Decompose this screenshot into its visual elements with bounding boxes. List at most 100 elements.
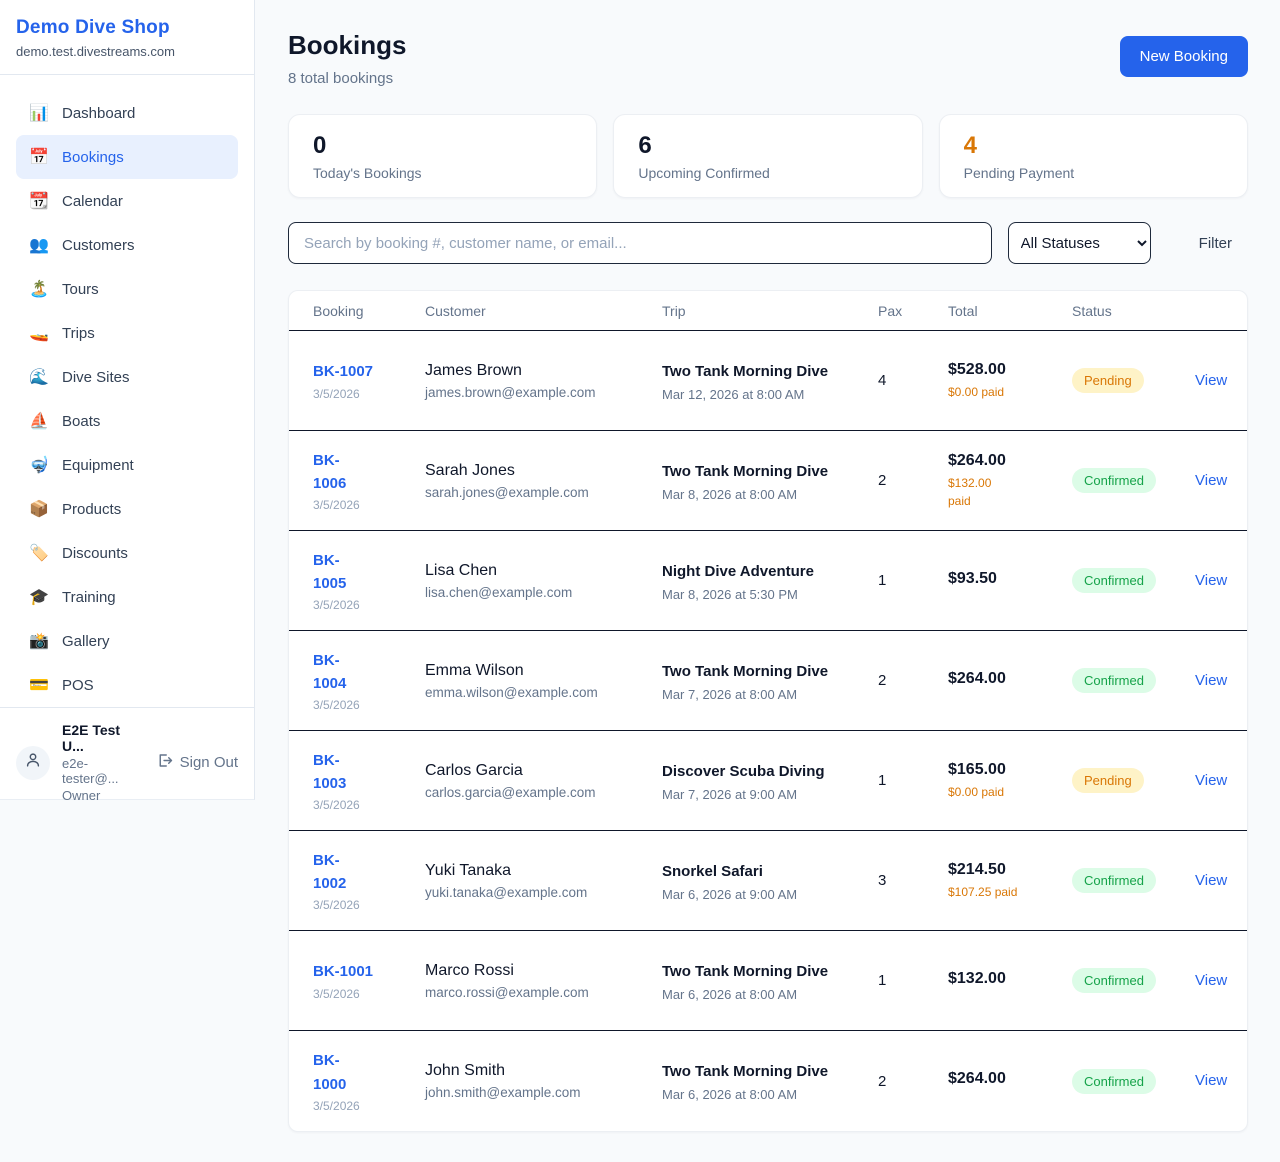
- trip-name: Two Tank Morning Dive: [662, 460, 832, 484]
- stat-value: 6: [638, 132, 897, 160]
- column-header-customer: Customer: [425, 303, 662, 319]
- view-link[interactable]: View: [1195, 1072, 1227, 1089]
- sign-out-button[interactable]: Sign Out: [156, 752, 238, 773]
- view-link[interactable]: View: [1195, 672, 1227, 689]
- trip-cell: Two Tank Morning Dive Mar 6, 2026 at 8:0…: [662, 1060, 878, 1102]
- trip-datetime: Mar 6, 2026 at 9:00 AM: [662, 887, 878, 902]
- pax-count: 1: [878, 972, 948, 989]
- status-filter-select[interactable]: All Statuses: [1008, 222, 1151, 264]
- nav-label: Boats: [62, 413, 100, 430]
- bookings-count: 8 total bookings: [288, 70, 406, 87]
- trip-name: Two Tank Morning Dive: [662, 360, 832, 384]
- booking-id-link[interactable]: BK- 1005: [313, 549, 346, 596]
- pax-count: 2: [878, 1073, 948, 1090]
- nav-label: Gallery: [62, 633, 110, 650]
- sidebar-item-dive-sites[interactable]: 🌊 Dive Sites: [16, 355, 238, 399]
- booking-id-link[interactable]: BK-1007: [313, 360, 373, 383]
- view-link[interactable]: View: [1195, 572, 1227, 589]
- customer-email: john.smith@example.com: [425, 1085, 662, 1100]
- page-title: Bookings: [288, 30, 406, 61]
- total-cell: $93.50: [948, 570, 1072, 592]
- avatar: [16, 746, 50, 780]
- booking-id-link[interactable]: BK-1001: [313, 960, 373, 983]
- trip-name: Two Tank Morning Dive: [662, 960, 832, 984]
- filter-button[interactable]: Filter: [1167, 235, 1248, 252]
- sidebar-item-discounts[interactable]: 🏷️ Discounts: [16, 531, 238, 575]
- sidebar-item-products[interactable]: 📦 Products: [16, 487, 238, 531]
- sidebar-item-tours[interactable]: 🏝️ Tours: [16, 267, 238, 311]
- sidebar-item-calendar[interactable]: 📆 Calendar: [16, 179, 238, 223]
- table-row: BK- 1003 3/5/2026 Carlos Garcia carlos.g…: [289, 731, 1247, 831]
- trip-cell: Night Dive Adventure Mar 8, 2026 at 5:30…: [662, 560, 878, 602]
- status-badge: Confirmed: [1072, 868, 1156, 893]
- people-icon: 👥: [29, 235, 49, 255]
- view-link[interactable]: View: [1195, 372, 1227, 389]
- total-amount: $93.50: [948, 570, 1072, 588]
- trip-datetime: Mar 8, 2026 at 5:30 PM: [662, 587, 878, 602]
- credit-card-icon: 💳: [29, 675, 49, 695]
- booking-id-link[interactable]: BK- 1000: [313, 1049, 346, 1096]
- total-cell: $528.00 $0.00 paid: [948, 361, 1072, 401]
- trip-cell: Two Tank Morning Dive Mar 8, 2026 at 8:0…: [662, 460, 878, 502]
- sidebar-item-dashboard[interactable]: 📊 Dashboard: [16, 91, 238, 135]
- search-input[interactable]: [288, 222, 992, 264]
- view-link[interactable]: View: [1195, 872, 1227, 889]
- pax-count: 4: [878, 372, 948, 389]
- stat-card-today: 0 Today's Bookings: [288, 114, 597, 198]
- customer-cell: John Smith john.smith@example.com: [425, 1062, 662, 1100]
- status-cell: Confirmed: [1072, 968, 1195, 993]
- sign-out-icon: [156, 752, 173, 773]
- pax-count: 1: [878, 772, 948, 789]
- user-role: Owner: [62, 788, 144, 803]
- actions-cell: View: [1195, 672, 1227, 690]
- actions-cell: View: [1195, 772, 1227, 790]
- customer-cell: Yuki Tanaka yuki.tanaka@example.com: [425, 862, 662, 900]
- table-row: BK- 1006 3/5/2026 Sarah Jones sarah.jone…: [289, 431, 1247, 531]
- status-cell: Pending: [1072, 368, 1195, 393]
- sidebar-item-training[interactable]: 🎓 Training: [16, 575, 238, 619]
- sidebar-item-gallery[interactable]: 📸 Gallery: [16, 619, 238, 663]
- trip-name: Discover Scuba Diving: [662, 760, 832, 784]
- total-amount: $528.00: [948, 361, 1072, 379]
- booking-date: 3/5/2026: [313, 1099, 425, 1113]
- total-cell: $264.00: [948, 1070, 1072, 1092]
- filter-bar: All Statuses Filter: [288, 222, 1248, 264]
- column-header-trip: Trip: [662, 303, 878, 319]
- user-email: e2e-tester@...: [62, 756, 144, 786]
- trip-cell: Two Tank Morning Dive Mar 12, 2026 at 8:…: [662, 360, 878, 402]
- booking-date: 3/5/2026: [313, 987, 425, 1001]
- customer-name: Yuki Tanaka: [425, 862, 662, 880]
- customer-name: John Smith: [425, 1062, 662, 1080]
- table-row: BK-1001 3/5/2026 Marco Rossi marco.rossi…: [289, 931, 1247, 1031]
- sidebar-item-equipment[interactable]: 🤿 Equipment: [16, 443, 238, 487]
- booking-id-link[interactable]: BK- 1002: [313, 849, 346, 896]
- booking-date: 3/5/2026: [313, 598, 425, 612]
- view-link[interactable]: View: [1195, 772, 1227, 789]
- stat-label: Today's Bookings: [313, 165, 572, 181]
- view-link[interactable]: View: [1195, 472, 1227, 489]
- camera-icon: 📸: [29, 631, 49, 651]
- booking-id-link[interactable]: BK- 1004: [313, 649, 346, 696]
- booking-cell: BK-1007 3/5/2026: [313, 360, 425, 400]
- sidebar-item-customers[interactable]: 👥 Customers: [16, 223, 238, 267]
- sidebar-item-pos[interactable]: 💳 POS: [16, 663, 238, 707]
- package-icon: 📦: [29, 499, 49, 519]
- new-booking-button[interactable]: New Booking: [1120, 36, 1248, 77]
- sidebar-item-bookings[interactable]: 📅 Bookings: [16, 135, 238, 179]
- table-row: BK- 1000 3/5/2026 John Smith john.smith@…: [289, 1031, 1247, 1131]
- total-cell: $214.50 $107.25 paid: [948, 861, 1072, 901]
- customer-cell: Marco Rossi marco.rossi@example.com: [425, 962, 662, 1000]
- customer-email: carlos.garcia@example.com: [425, 785, 662, 800]
- paid-amount: $107.25 paid: [948, 883, 1058, 901]
- booking-id-link[interactable]: BK- 1003: [313, 749, 346, 796]
- customer-name: Carlos Garcia: [425, 762, 662, 780]
- booking-cell: BK- 1003 3/5/2026: [313, 749, 425, 813]
- nav-label: Discounts: [62, 545, 128, 562]
- stat-card-upcoming: 6 Upcoming Confirmed: [613, 114, 922, 198]
- user-name: E2E Test U...: [62, 722, 144, 754]
- customer-email: sarah.jones@example.com: [425, 485, 662, 500]
- booking-id-link[interactable]: BK- 1006: [313, 449, 346, 496]
- sidebar-item-boats[interactable]: ⛵ Boats: [16, 399, 238, 443]
- sidebar-item-trips[interactable]: 🚤 Trips: [16, 311, 238, 355]
- view-link[interactable]: View: [1195, 972, 1227, 989]
